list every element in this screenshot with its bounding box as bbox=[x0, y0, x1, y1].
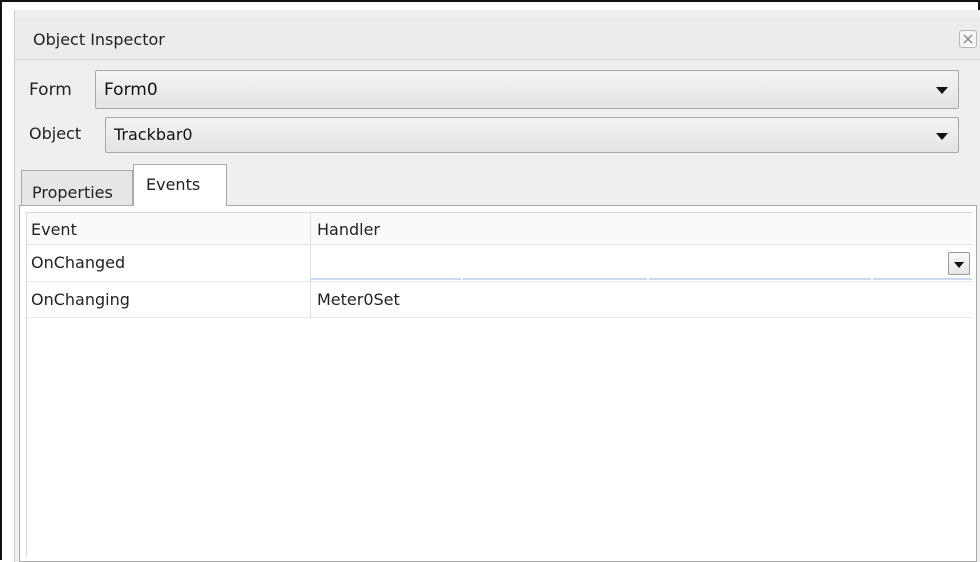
object-inspector-panel: Object Inspector Form Form0 Object Track… bbox=[14, 10, 980, 562]
tab-properties[interactable]: Properties bbox=[21, 170, 133, 206]
window-frame: Object Inspector Form Form0 Object Track… bbox=[0, 0, 980, 562]
combo-divider bbox=[871, 276, 873, 280]
column-separator bbox=[310, 213, 311, 317]
table-row[interactable]: OnChanged bbox=[27, 246, 972, 282]
chevron-down-icon bbox=[936, 87, 948, 94]
form-select-value: Form0 bbox=[104, 80, 158, 100]
close-glyph-icon bbox=[963, 34, 973, 44]
object-select-value: Trackbar0 bbox=[114, 125, 193, 144]
column-header-event: Event bbox=[31, 220, 77, 239]
object-select[interactable]: Trackbar0 bbox=[105, 117, 959, 153]
combo-divider bbox=[461, 276, 463, 280]
object-label: Object bbox=[29, 124, 82, 143]
table-row[interactable]: OnChanging Meter0Set bbox=[27, 282, 972, 318]
title-bar: Object Inspector bbox=[15, 18, 980, 60]
grid-header: Event Handler bbox=[27, 213, 972, 245]
events-tab-pane: Event Handler OnChanged OnChanging Meter… bbox=[19, 205, 977, 562]
chevron-down-icon bbox=[936, 133, 948, 140]
handler-select[interactable] bbox=[311, 247, 972, 280]
tab-properties-label: Properties bbox=[32, 183, 113, 202]
form-label: Form bbox=[29, 80, 72, 100]
chevron-down-icon[interactable] bbox=[948, 252, 970, 275]
close-icon[interactable] bbox=[959, 30, 977, 48]
combo-divider bbox=[647, 276, 649, 280]
column-header-handler: Handler bbox=[317, 220, 380, 239]
tab-events[interactable]: Events bbox=[133, 164, 227, 206]
handler-value-cell[interactable]: Meter0Set bbox=[317, 290, 400, 309]
tab-events-label: Events bbox=[146, 175, 201, 194]
window-title: Object Inspector bbox=[33, 30, 165, 49]
events-grid: Event Handler OnChanged OnChanging Meter… bbox=[26, 212, 972, 557]
form-select[interactable]: Form0 bbox=[95, 70, 959, 109]
event-name-cell: OnChanging bbox=[31, 290, 130, 309]
event-name-cell: OnChanged bbox=[31, 253, 126, 272]
